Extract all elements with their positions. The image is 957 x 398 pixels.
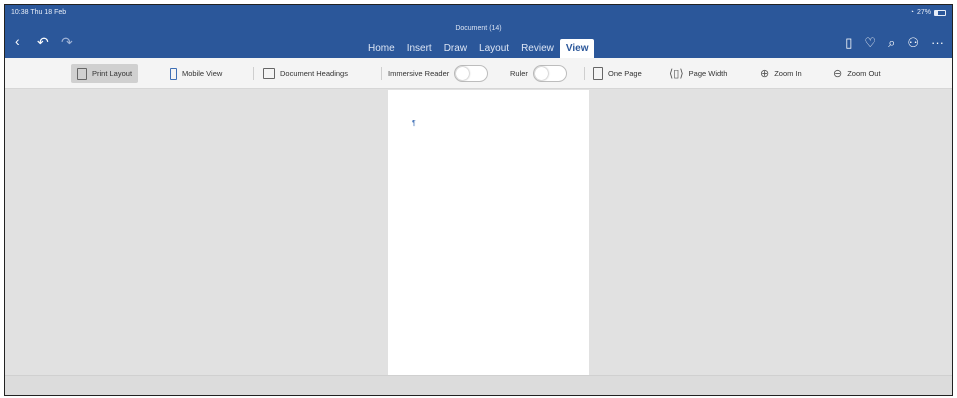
document-headings-button[interactable]: Document Headings <box>263 64 348 83</box>
status-indicators: ◔ 27% <box>910 9 946 16</box>
zoom-in-button[interactable]: ⊕ Zoom In <box>760 64 802 83</box>
redo-icon[interactable]: ↷ <box>61 34 73 50</box>
zoom-out-label: Zoom Out <box>847 69 881 78</box>
document-headings-label: Document Headings <box>280 69 348 78</box>
page-width-label: Page Width <box>688 69 728 78</box>
title-bar-actions: ▯ ♡ ⌕ ⚇ ··· <box>845 35 944 51</box>
zoom-in-label: Zoom In <box>774 69 802 78</box>
device-icon[interactable]: ▯ <box>845 35 852 51</box>
battery-percent: 27% <box>916 9 931 16</box>
ribbon-divider <box>381 67 382 80</box>
tab-layout[interactable]: Layout <box>473 39 515 58</box>
mobile-view-label: Mobile View <box>182 69 223 78</box>
tab-review[interactable]: Review <box>515 39 560 58</box>
tab-insert[interactable]: Insert <box>401 39 438 58</box>
view-ribbon: Print Layout Mobile View Document Headin… <box>5 58 952 89</box>
app-window: 10:38 Thu 18 Feb ◔ 27% Document (14) ‹ ↶… <box>4 4 953 396</box>
document-page[interactable]: ¶ <box>388 90 589 375</box>
document-headings-icon <box>263 68 275 79</box>
immersive-reader-label: Immersive Reader <box>388 69 450 78</box>
search-icon[interactable]: ⌕ <box>888 35 895 51</box>
zoom-out-button[interactable]: ⊖ Zoom Out <box>833 64 881 83</box>
print-layout-button[interactable]: Print Layout <box>71 64 139 83</box>
status-time: 10:38 Thu 18 Feb <box>11 9 67 16</box>
ruler-control: Ruler <box>510 64 567 83</box>
title-bar: 10:38 Thu 18 Feb ◔ 27% Document (14) ‹ ↶… <box>5 5 952 58</box>
ruler-toggle[interactable] <box>532 65 567 82</box>
tab-home[interactable]: Home <box>362 39 401 58</box>
one-page-label: One Page <box>608 69 642 78</box>
ribbon-tabs: Home Insert Draw Layout Review View <box>362 39 595 58</box>
one-page-button[interactable]: One Page <box>593 64 642 83</box>
page-width-icon: ⟨▯⟩ <box>669 68 684 80</box>
print-layout-icon <box>77 67 87 80</box>
zoom-out-icon: ⊖ <box>833 68 843 80</box>
more-icon[interactable]: ··· <box>931 35 944 51</box>
print-layout-label: Print Layout <box>92 69 133 78</box>
tab-draw[interactable]: Draw <box>438 39 473 58</box>
back-icon[interactable]: ‹ <box>15 33 20 49</box>
bottom-bar <box>5 375 952 395</box>
immersive-reader-control: Immersive Reader <box>388 64 489 83</box>
zoom-in-icon: ⊕ <box>760 68 770 80</box>
share-icon[interactable]: ⚇ <box>907 35 919 51</box>
wifi-icon: ◔ <box>909 9 914 16</box>
tab-view[interactable]: View <box>559 39 595 58</box>
ribbon-divider <box>253 67 254 80</box>
page-width-button[interactable]: ⟨▯⟩ Page Width <box>669 64 727 83</box>
immersive-reader-toggle[interactable] <box>454 65 489 82</box>
ruler-label: Ruler <box>510 69 528 78</box>
mobile-view-icon <box>170 67 177 80</box>
ribbon-divider <box>584 67 585 80</box>
battery-icon <box>934 9 946 16</box>
paragraph-mark: ¶ <box>412 120 416 127</box>
one-page-icon <box>593 67 603 80</box>
mobile-view-button[interactable]: Mobile View <box>170 64 222 83</box>
lightbulb-icon[interactable]: ♡ <box>864 35 876 51</box>
document-title: Document (14) <box>455 25 502 32</box>
undo-icon[interactable]: ↶ <box>37 34 49 50</box>
